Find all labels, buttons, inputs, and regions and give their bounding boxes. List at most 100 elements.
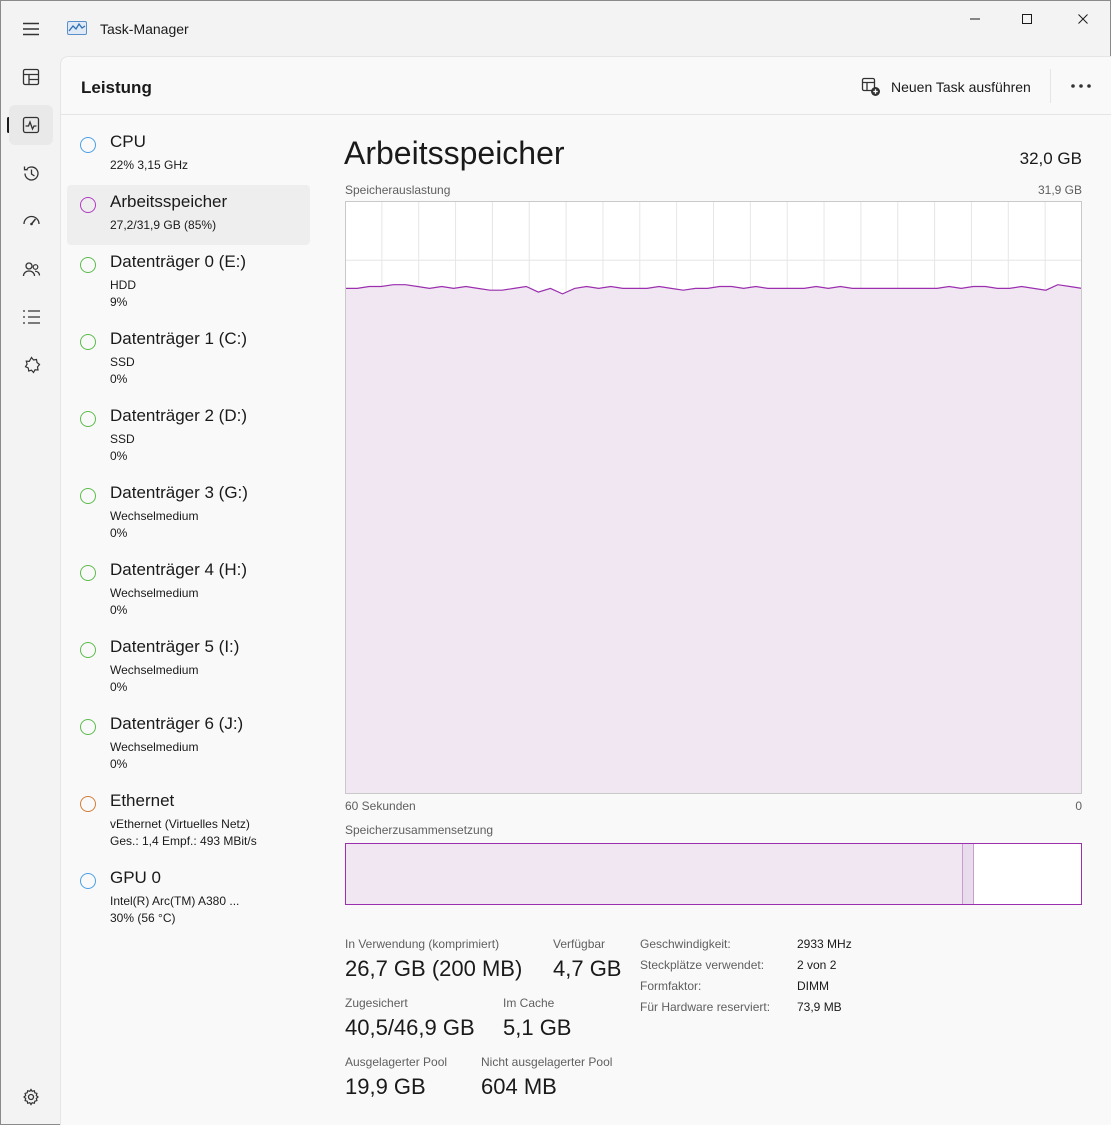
disk-status-circle [80,257,96,273]
committed-value: 40,5/46,9 GB [345,1015,475,1040]
more-options-button[interactable] [1065,74,1097,98]
device-name: Datenträger 4 (H:) [110,560,247,579]
disk-status-circle [80,334,96,350]
nonpaged-pool-label: Nicht ausgelagerter Pool [481,1055,613,1069]
minimize-icon [970,18,980,20]
device-name: CPU [110,132,146,151]
hamburger-icon [23,22,39,36]
committed-label: Zugesichert [345,996,408,1010]
usage-chart-max: 31,9 GB [1037,183,1082,197]
device-disk-2[interactable]: Datenträger 2 (D:) SSD 0% [67,399,310,476]
device-disk-3[interactable]: Datenträger 3 (G:) Wechselmedium 0% [67,476,310,553]
device-type: HDD [110,278,136,292]
device-name: Ethernet [110,791,175,810]
slots-value: 2 von 2 [797,958,837,972]
performance-page: Leistung Neuen Task ausführen CPU 22% 3,… [60,56,1111,1125]
disk-status-circle [80,411,96,427]
device-ethernet[interactable]: Ethernet vEthernet (Virtuelles Netz) Ges… [67,784,310,861]
paged-pool-label: Ausgelagerter Pool [345,1055,448,1069]
composition-modified [963,844,974,904]
composition-label: Speicherzusammensetzung [345,823,494,837]
device-name: Datenträger 3 (G:) [110,483,248,502]
hamburger-menu-button[interactable] [9,9,53,49]
usage-chart-label: Speicherauslastung [345,183,451,197]
speed-label: Geschwindigkeit: [640,937,731,951]
processes-icon [22,68,40,86]
device-usage: 0% [110,757,128,771]
cached-value: 5,1 GB [503,1015,572,1040]
device-type: Wechselmedium [110,740,199,754]
time-axis-start: 60 Sekunden [345,799,416,813]
run-task-label: Neuen Task ausführen [891,79,1031,95]
disk-status-circle [80,719,96,735]
device-throughput: Ges.: 1,4 Empf.: 493 MBit/s [110,834,257,848]
paged-pool-value: 19,9 GB [345,1074,426,1099]
speed-value: 2933 MHz [797,937,852,951]
device-disk-4[interactable]: Datenträger 4 (H:) Wechselmedium 0% [67,553,310,630]
nonpaged-pool-value: 604 MB [481,1074,557,1099]
memory-status-circle [80,197,96,213]
nav-services[interactable] [9,345,53,385]
close-button[interactable] [1055,1,1111,37]
form-factor-value: DIMM [797,979,829,993]
memory-composition-bar [345,843,1082,905]
device-detail: 22% 3,15 GHz [110,158,189,172]
detail-total-memory: 32,0 GB [1019,149,1082,168]
header-divider [1050,69,1051,103]
device-usage: 0% [110,603,128,617]
form-factor-label: Formfaktor: [640,979,702,993]
in-use-value: 26,7 GB (200 MB) [345,956,523,981]
device-name: Datenträger 6 (J:) [110,714,244,733]
device-disk-0[interactable]: Datenträger 0 (E:) HDD 9% [67,245,310,322]
detail-title: Arbeitsspeicher [344,135,565,171]
minimize-button[interactable] [947,1,1003,37]
device-type: Wechselmedium [110,586,199,600]
maximize-button[interactable] [999,1,1055,37]
hardware-reserved-value: 73,9 MB [797,1000,842,1014]
time-axis-end: 0 [1075,799,1082,813]
more-icon [1071,84,1091,88]
available-label: Verfügbar [553,937,606,951]
device-usage: 0% [110,372,128,386]
device-disk-6[interactable]: Datenträger 6 (J:) Wechselmedium 0% [67,707,310,784]
performance-icon [22,116,40,134]
device-usage: 0% [110,680,128,694]
disk-status-circle [80,565,96,581]
hardware-reserved-label: Für Hardware reserviert: [640,1000,771,1014]
device-usage: 9% [110,295,128,309]
services-icon [24,355,40,374]
device-usage: 0% [110,526,128,540]
device-disk-1[interactable]: Datenträger 1 (C:) SSD 0% [67,322,310,399]
usage-area [345,284,1082,794]
memory-usage-chart [345,201,1083,794]
device-usage: 0% [110,449,128,463]
page-title: Leistung [81,78,152,97]
memory-usage-chart-svg [345,201,1083,794]
ethernet-status-circle [80,796,96,812]
device-gpu-0[interactable]: GPU 0 Intel(R) Arc(TM) A380 ... 30% (56 … [67,861,310,938]
device-memory[interactable]: Arbeitsspeicher 27,2/31,9 GB (85%) [67,185,310,245]
startup-apps-icon [22,215,40,225]
device-name: Datenträger 5 (I:) [110,637,240,656]
nav-startup-apps[interactable] [9,201,53,241]
device-type: SSD [110,355,135,369]
nav-performance[interactable] [9,105,53,145]
device-disk-5[interactable]: Datenträger 5 (I:) Wechselmedium 0% [67,630,310,707]
slots-label: Steckplätze verwendet: [640,958,765,972]
nav-app-history[interactable] [9,153,53,193]
device-type: Wechselmedium [110,663,199,677]
device-name: Datenträger 1 (C:) [110,329,247,348]
page-header: Leistung Neuen Task ausführen [61,57,1111,115]
nav-users[interactable] [9,249,53,289]
nav-processes[interactable] [9,57,53,97]
nav-settings[interactable] [9,1077,53,1117]
gear-icon [23,1088,39,1106]
nav-details[interactable] [9,297,53,337]
disk-status-circle [80,488,96,504]
device-cpu[interactable]: CPU 22% 3,15 GHz [67,125,310,185]
users-icon [22,261,40,276]
close-icon [1078,14,1088,24]
composition-in-use [346,844,963,904]
disk-status-circle [80,642,96,658]
run-new-task-button[interactable]: Neuen Task ausführen [861,77,1031,97]
